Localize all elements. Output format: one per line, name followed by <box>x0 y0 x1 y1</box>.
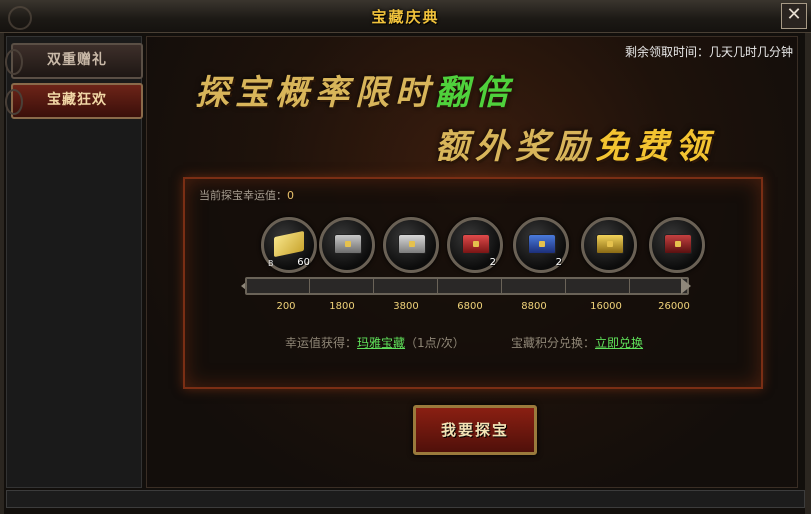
reward-item[interactable] <box>649 217 705 273</box>
lucky-value-row: 当前探宝幸运值：0 <box>199 187 294 203</box>
explore-treasure-button[interactable]: 我要探宝 <box>413 405 537 455</box>
reward-item[interactable] <box>581 217 637 273</box>
banner-line-1-highlight: 翻倍 <box>435 73 515 113</box>
gold-chest-icon <box>596 234 624 254</box>
item-count: 2 <box>489 257 496 268</box>
threshold-label: 6800 <box>457 301 483 312</box>
banner-line-1: 探宝概率限时翻倍 <box>195 65 515 114</box>
sidebar: 双重赠礼 宝藏狂欢 <box>5 36 143 488</box>
crimson-chest-icon <box>664 234 692 254</box>
bar-divider <box>309 279 310 293</box>
threshold-label: 8800 <box>521 301 547 312</box>
blue-chest-icon <box>528 234 556 254</box>
bar-divider <box>565 279 566 293</box>
banner-line-2-highlight: 免费领 <box>595 127 715 167</box>
item-count: 60 <box>297 257 310 268</box>
threshold-label: 26000 <box>658 301 690 312</box>
reward-item[interactable] <box>319 217 375 273</box>
treasure-window: 宝藏庆典 ✕ 双重赠礼 宝藏狂欢 剩余领取时间：几天几时几分钟 探宝概率限时翻倍… <box>0 0 811 514</box>
main-content: 剩余领取时间：几天几时几分钟 探宝概率限时翻倍 额外奖励免费领 当前探宝幸运值：… <box>146 36 798 488</box>
reward-item[interactable]: B 60 <box>261 217 317 273</box>
reward-item[interactable]: 2 <box>447 217 503 273</box>
progress-right-arrow-icon <box>681 278 691 294</box>
reward-item[interactable] <box>383 217 439 273</box>
threshold-label: 1800 <box>329 301 355 312</box>
bar-divider <box>437 279 438 293</box>
bar-divider <box>501 279 502 293</box>
remaining-time: 剩余领取时间：几天几时几分钟 <box>624 45 793 59</box>
close-button[interactable]: ✕ <box>781 3 807 29</box>
exchange-row: 宝藏积分兑换：立即兑换 <box>511 334 643 351</box>
luck-gain-row: 幸运值获得：玛雅宝藏（1点/次） <box>285 334 465 351</box>
red-chest-icon <box>462 234 490 254</box>
luck-gain-label: 幸运值获得： <box>285 336 358 350</box>
scroll-icon <box>274 230 304 258</box>
item-count: 2 <box>555 257 562 268</box>
luck-gain-rate: （1点/次） <box>405 336 465 350</box>
threshold-label: 3800 <box>393 301 419 312</box>
silver-chest-icon <box>334 234 362 254</box>
bound-mark: B <box>268 259 274 268</box>
bar-divider <box>373 279 374 293</box>
right-frame <box>805 32 811 514</box>
threshold-label: 200 <box>276 301 296 312</box>
window-title: 宝藏庆典 <box>371 8 440 26</box>
footer-bar <box>6 490 805 508</box>
maya-treasure-link[interactable]: 玛雅宝藏 <box>357 336 405 350</box>
exchange-label: 宝藏积分兑换： <box>511 336 596 350</box>
tab-treasure-carnival[interactable]: 宝藏狂欢 <box>5 83 143 119</box>
lucky-value: 0 <box>287 189 294 202</box>
banner-line-2: 额外奖励免费领 <box>435 119 715 168</box>
left-frame <box>0 32 4 514</box>
reward-item[interactable]: 2 <box>513 217 569 273</box>
reward-panel: 当前探宝幸运值：0 B 60 2 2 200 1800 3800 6800 88… <box>183 177 763 389</box>
bar-divider <box>629 279 630 293</box>
banner-line-2-text: 额外奖励 <box>435 127 595 167</box>
luck-progress-bar <box>245 277 689 295</box>
exchange-now-link[interactable]: 立即兑换 <box>595 336 643 350</box>
banner-line-1-text: 探宝概率限时 <box>195 73 435 113</box>
tab-double-gift[interactable]: 双重赠礼 <box>5 43 143 79</box>
title-bar[interactable]: 宝藏庆典 ✕ <box>0 0 811 33</box>
threshold-label: 16000 <box>590 301 622 312</box>
lucky-label: 当前探宝幸运值： <box>199 189 287 202</box>
silver-chest-icon <box>398 234 426 254</box>
